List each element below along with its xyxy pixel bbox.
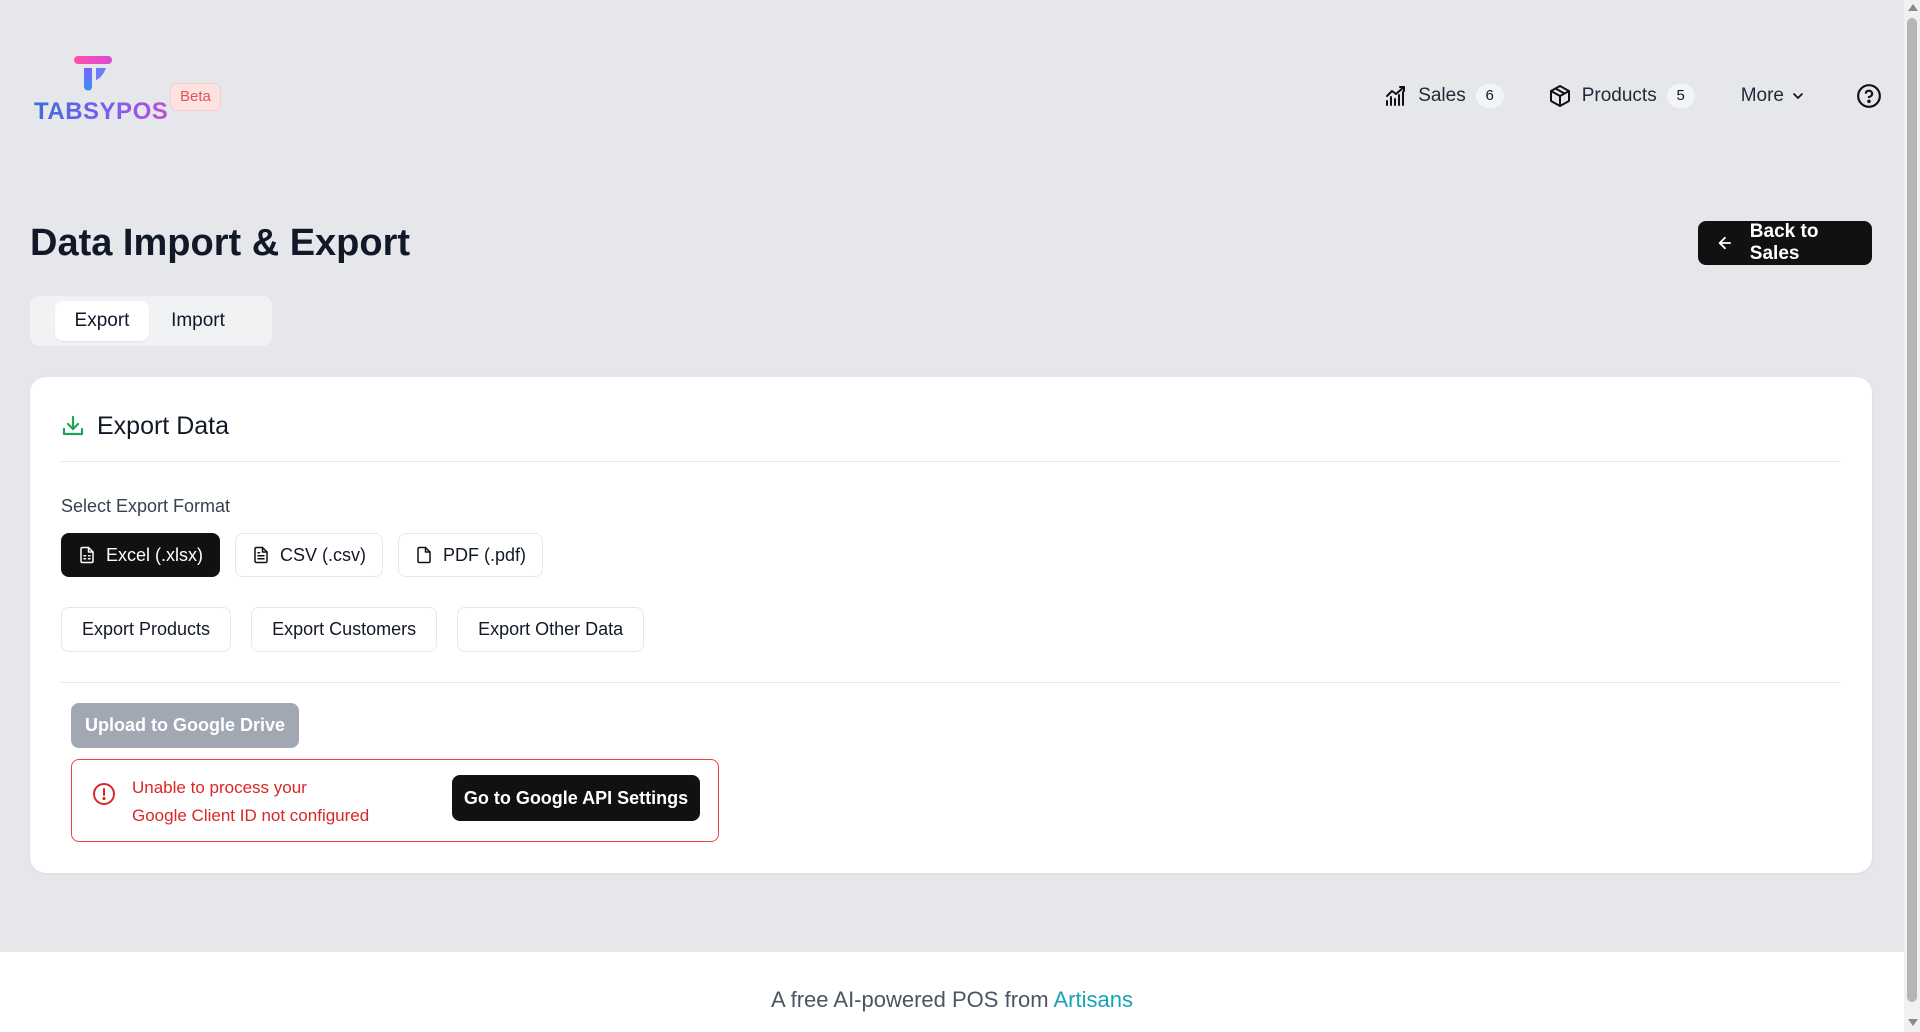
- format-pdf-button[interactable]: PDF (.pdf): [398, 533, 544, 577]
- logo-mark-icon: [74, 56, 112, 91]
- upload-google-drive-button[interactable]: Upload to Google Drive: [71, 703, 299, 748]
- nav-sales[interactable]: Sales 6: [1384, 80, 1504, 112]
- format-excel-label: Excel (.xlsx): [106, 544, 204, 565]
- format-pdf-label: PDF (.pdf): [443, 544, 527, 565]
- scroll-up-arrow-icon[interactable]: [1908, 4, 1918, 11]
- top-nav: Sales 6 Products 5 More: [1384, 80, 1882, 112]
- footer: A free AI-powered POS from Artisans: [0, 951, 1904, 1032]
- divider: [61, 682, 1841, 683]
- error-line-2: Google Client ID not configured: [132, 806, 370, 825]
- export-card-header: Export Data: [61, 411, 229, 441]
- error-line-1: Unable to process your: [132, 778, 307, 797]
- alert-circle-icon: [93, 783, 115, 805]
- format-options: Excel (.xlsx) CSV (.csv) PDF (.pdf): [61, 533, 558, 577]
- format-csv-button[interactable]: CSV (.csv): [235, 533, 384, 577]
- header: TABSYPOS Beta Sales 6 Products 5 More: [0, 0, 1904, 190]
- google-api-settings-button[interactable]: Go to Google API Settings: [452, 775, 700, 821]
- export-customers-button[interactable]: Export Customers: [251, 607, 438, 652]
- scroll-down-arrow-icon[interactable]: [1908, 1019, 1918, 1026]
- divider: [61, 461, 1841, 462]
- error-alert: Unable to process your Google Client ID …: [71, 759, 719, 842]
- spreadsheet-file-icon: [80, 546, 94, 564]
- nav-products[interactable]: Products 5: [1548, 80, 1695, 112]
- download-icon: [62, 415, 84, 436]
- format-excel-button[interactable]: Excel (.xlsx): [61, 533, 221, 577]
- error-message: Unable to process your Google Client ID …: [132, 774, 369, 830]
- back-to-sales-label: Back to Sales: [1749, 221, 1819, 264]
- export-card-title: Export Data: [97, 411, 230, 440]
- page-title: Data Import & Export: [30, 222, 411, 264]
- back-to-sales-button[interactable]: Back to Sales: [1698, 221, 1872, 265]
- page-scrollbar[interactable]: [1904, 0, 1920, 1032]
- format-csv-label: CSV (.csv): [280, 544, 367, 565]
- export-actions: Export Products Export Customers Export …: [61, 607, 664, 652]
- nav-sales-label: Sales: [1418, 85, 1466, 106]
- logo-text: TABSYPOS: [34, 98, 169, 125]
- footer-artisans-link[interactable]: Artisans: [1054, 987, 1133, 1012]
- nav-products-label: Products: [1581, 85, 1657, 106]
- page: TABSYPOS Beta Sales 6 Products 5 More Da…: [0, 0, 1904, 1032]
- help-button[interactable]: [1856, 80, 1882, 112]
- tab-export[interactable]: Export: [55, 301, 149, 341]
- scroll-thumb[interactable]: [1907, 18, 1917, 1002]
- tab-list: Export Import: [30, 296, 272, 346]
- beta-badge: Beta: [170, 83, 221, 111]
- box-icon: [1549, 85, 1570, 107]
- footer-text: A free AI-powered POS from Artisans: [0, 987, 1904, 1013]
- products-count-badge: 5: [1666, 84, 1695, 108]
- export-card: Export Data Select Export Format Excel (…: [30, 377, 1872, 873]
- nav-more-dropdown[interactable]: More: [1741, 80, 1806, 112]
- text-file-icon: [254, 546, 268, 564]
- arrow-left-icon: [1718, 236, 1732, 250]
- footer-tagline: A free AI-powered POS from: [771, 987, 1049, 1012]
- chart-icon: [1386, 86, 1406, 106]
- file-icon: [417, 546, 431, 564]
- nav-more-label: More: [1740, 85, 1784, 106]
- format-label: Select Export Format: [61, 496, 231, 516]
- export-products-button[interactable]: Export Products: [61, 607, 232, 652]
- export-other-data-button[interactable]: Export Other Data: [457, 607, 645, 652]
- chevron-down-icon: [1793, 93, 1803, 99]
- sales-count-badge: 6: [1475, 84, 1504, 108]
- tab-import[interactable]: Import: [158, 301, 238, 341]
- logo[interactable]: TABSYPOS: [34, 56, 168, 126]
- help-icon: [1857, 84, 1881, 108]
